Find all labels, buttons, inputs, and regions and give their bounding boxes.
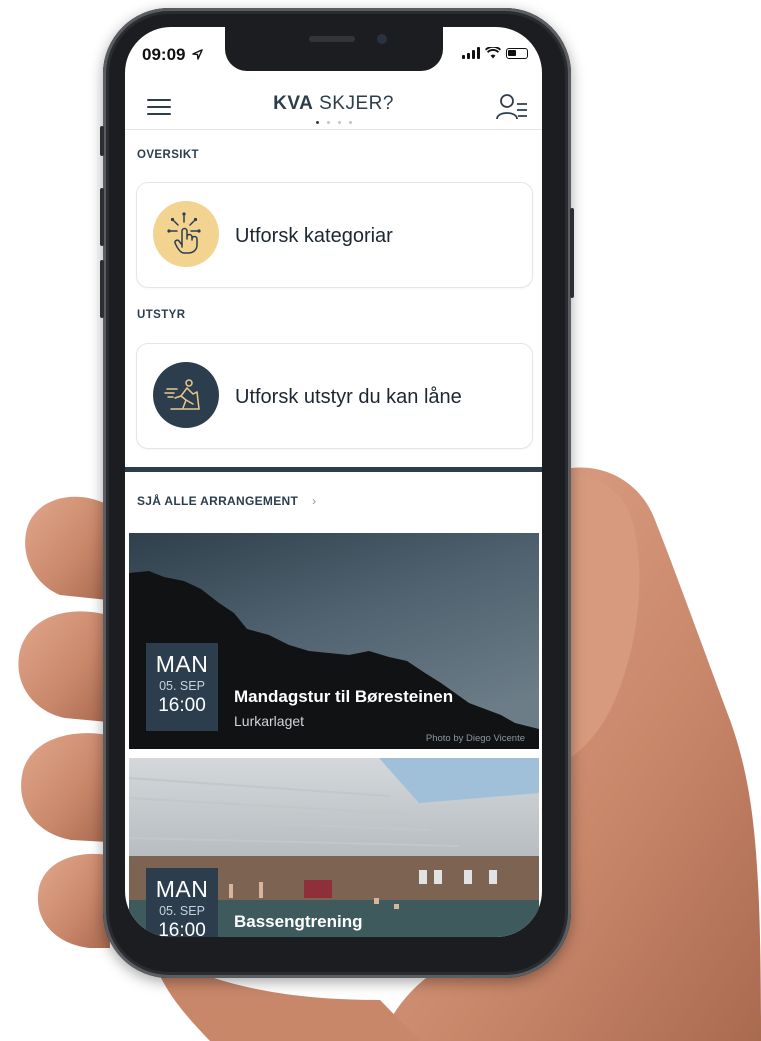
see-all-events-label: SJÅ ALLE ARRANGEMENT [137, 494, 299, 508]
section-label-equipment: UTSTYR [137, 309, 186, 321]
battery-icon [506, 47, 528, 59]
skier-icon [153, 362, 219, 428]
event-time: 16:00 [158, 920, 206, 937]
tap-hand-icon [153, 201, 219, 267]
volume-up-button [100, 188, 104, 246]
section-label-overview: OVERSIKT [137, 149, 199, 161]
explore-categories-card[interactable]: Utforsk kategoriar [136, 182, 533, 288]
app-header: KVA SKJER? [125, 87, 542, 130]
event-time: 16:00 [158, 695, 206, 716]
event-card[interactable]: MAN 05. SEP 16:00 Bassengtrening [129, 758, 539, 937]
event-organizer: Lurkarlaget [234, 713, 305, 729]
event-date-badge: MAN 05. SEP 16:00 [146, 868, 218, 937]
page-dot[interactable] [337, 121, 341, 124]
location-arrow-icon [192, 49, 203, 60]
speaker-grille [309, 36, 355, 42]
event-date: 05. SEP [159, 904, 205, 918]
event-day: MAN [155, 651, 209, 677]
explore-equipment-card[interactable]: Utforsk utstyr du kan låne [136, 343, 533, 449]
explore-equipment-label: Utforsk utstyr du kan låne [235, 386, 462, 408]
status-icons [462, 47, 528, 59]
event-title: Mandagstur til Børesteinen [234, 687, 454, 706]
notch [225, 27, 443, 71]
mute-switch [100, 126, 104, 156]
event-card[interactable]: MAN 05. SEP 16:00 Mandagstur til Børeste… [129, 533, 539, 749]
status-time: 09:09 [142, 45, 203, 65]
chevron-right-icon: › [312, 494, 317, 508]
see-all-events-link[interactable]: SJÅ ALLE ARRANGEMENT › [137, 494, 316, 508]
page-dot[interactable] [348, 121, 352, 124]
app-title: KVA SKJER? [273, 93, 394, 114]
front-camera [377, 34, 387, 44]
page-dot[interactable] [326, 121, 330, 124]
app-screen: 09:09 KVA SKJER? OVERSIKT Utforsk katego… [125, 27, 542, 937]
power-button [570, 208, 574, 298]
event-date: 05. SEP [159, 679, 205, 693]
explore-categories-label: Utforsk kategoriar [235, 225, 393, 247]
section-divider [125, 467, 542, 472]
page-indicator[interactable] [315, 121, 352, 124]
event-date-badge: MAN 05. SEP 16:00 [146, 643, 218, 731]
event-day: MAN [155, 876, 209, 902]
cellular-signal-icon [462, 47, 480, 59]
volume-down-button [100, 260, 104, 318]
profile-list-icon[interactable] [496, 93, 528, 121]
event-title: Bassengtrening [234, 912, 363, 931]
page-dot[interactable] [315, 121, 319, 124]
wifi-icon [485, 47, 501, 59]
photo-credit: Photo by Diego Vicente [425, 733, 525, 744]
